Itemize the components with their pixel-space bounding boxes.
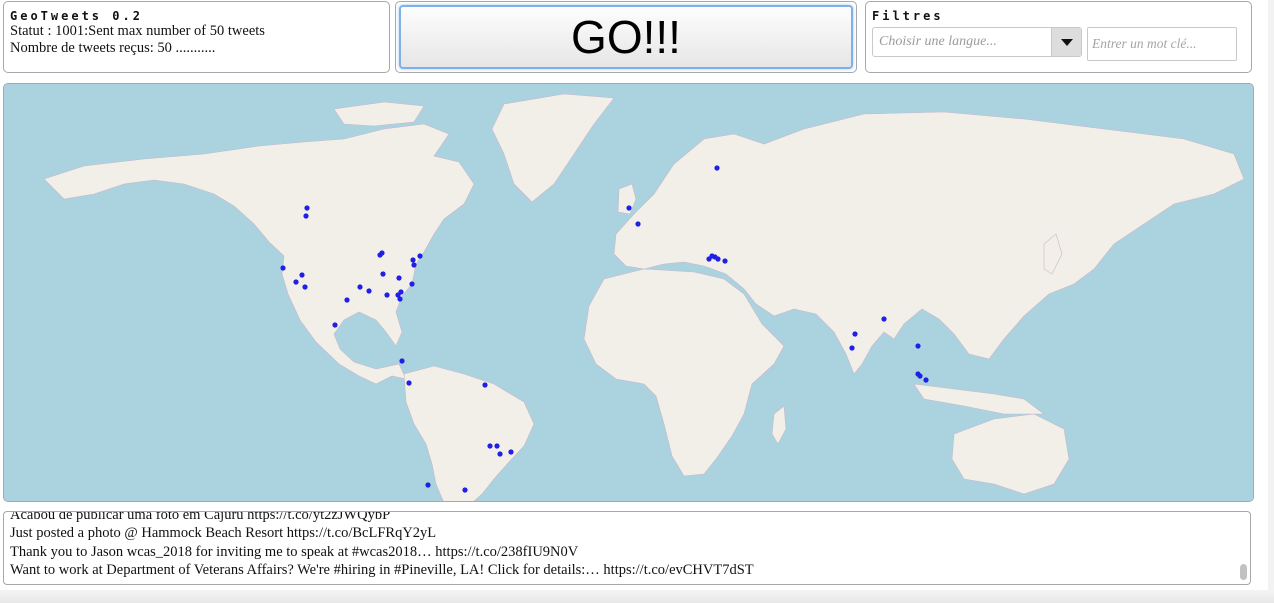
keyword-input[interactable] [1087,27,1237,61]
tweet-marker[interactable] [722,258,728,264]
tweet-marker[interactable] [303,213,309,219]
tweet-marker[interactable] [715,256,721,262]
app-title: GeoTweets 0.2 [10,9,143,23]
window-bottom-edge [0,590,1274,603]
scrollbar-thumb[interactable] [1240,564,1247,580]
tweet-item: Thank you to Jason wcas_2018 for invitin… [10,543,579,560]
tweet-marker[interactable] [626,205,632,211]
tweet-marker[interactable] [397,296,403,302]
tweet-marker[interactable] [344,297,350,303]
status-panel: GeoTweets 0.2 Statut : 1001:Sent max num… [3,1,390,73]
map-canvas[interactable] [4,84,1254,502]
tweet-marker[interactable] [917,373,923,379]
tweet-marker[interactable] [299,272,305,278]
tweet-marker[interactable] [304,205,310,211]
tweet-marker[interactable] [302,284,308,290]
tweet-marker[interactable] [714,165,720,171]
tweet-marker[interactable] [494,443,500,449]
tweet-marker[interactable] [425,482,431,488]
tweet-marker[interactable] [380,271,386,277]
tweet-marker[interactable] [482,382,488,388]
tweet-marker[interactable] [384,292,390,298]
tweet-marker[interactable] [366,288,372,294]
tweet-marker[interactable] [406,380,412,386]
language-select-placeholder: Choisir une langue... [879,34,997,49]
tweet-marker[interactable] [399,358,405,364]
tweet-marker[interactable] [881,316,887,322]
tweet-marker[interactable] [923,377,929,383]
tweet-item: Acabou de publicar uma foto em Cajuru ht… [10,511,391,523]
tweet-marker[interactable] [398,289,404,295]
tweet-log[interactable]: Acabou de publicar uma foto em Cajuru ht… [3,511,1251,585]
dropdown-arrow-button[interactable] [1051,28,1081,56]
tweet-marker[interactable] [409,281,415,287]
tweet-marker[interactable] [396,275,402,281]
tweet-marker[interactable] [332,322,338,328]
tweet-item: Just posted a photo @ Hammock Beach Reso… [10,525,437,542]
tweet-count-text: Nombre de tweets reçus: 50 ........... [10,40,216,56]
go-button[interactable]: GO!!! [399,5,853,69]
filter-panel: Filtres Choisir une langue... [865,1,1252,73]
tweet-marker[interactable] [411,262,417,268]
chevron-down-icon [1060,38,1073,46]
status-text: Statut : 1001:Sent max number of 50 twee… [10,23,265,39]
world-map[interactable] [3,83,1254,502]
tweet-marker[interactable] [849,345,855,351]
tweet-marker[interactable] [379,250,385,256]
tweet-marker[interactable] [293,279,299,285]
tweet-item: Want to work at Department of Veterans A… [10,561,754,578]
tweet-marker[interactable] [497,451,503,457]
tweet-marker[interactable] [852,331,858,337]
filters-title: Filtres [872,9,944,23]
window-edge [1268,0,1274,603]
tweet-marker[interactable] [417,253,423,259]
tweet-marker[interactable] [462,487,468,493]
tweet-marker[interactable] [508,449,514,455]
tweet-list: Acabou de publicar uma foto em Cajuru ht… [10,511,1236,579]
tweet-marker[interactable] [357,284,363,290]
tweet-marker[interactable] [487,443,493,449]
tweet-marker[interactable] [410,257,416,263]
tweet-marker[interactable] [915,343,921,349]
tweet-marker[interactable] [635,221,641,227]
scrollbar[interactable] [1238,513,1249,583]
language-select[interactable]: Choisir une langue... [872,27,1082,57]
tweet-marker[interactable] [280,265,286,271]
go-panel: GO!!! [395,1,857,73]
